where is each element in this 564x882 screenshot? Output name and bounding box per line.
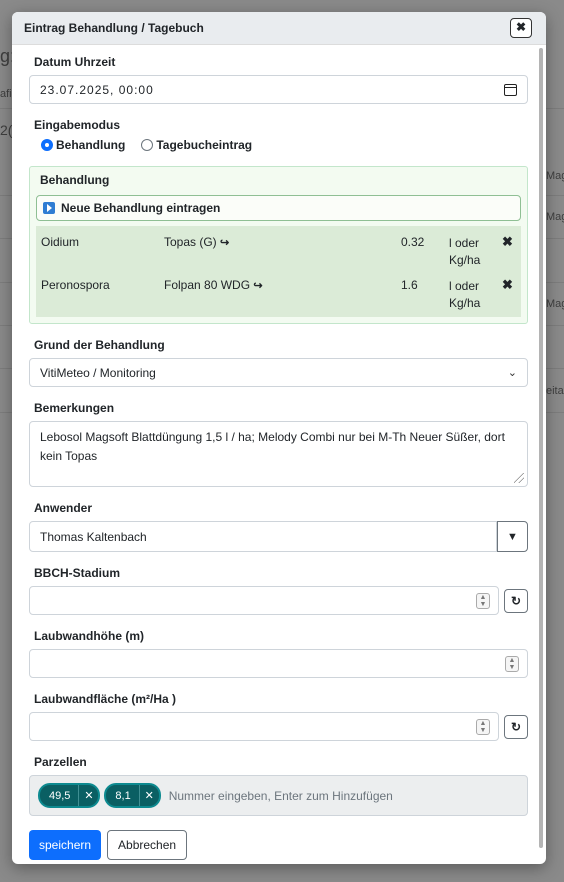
dialog-body: Datum Uhrzeit 23.07.2025, 00:00 Eingabem… <box>12 45 546 860</box>
unit-cell: l oder Kg/ha <box>449 236 481 267</box>
product-cell: Folpan 80 WDG ↪ <box>164 278 263 292</box>
bbch-input[interactable]: ▲ ▼ <box>29 586 499 615</box>
user-value: Thomas Kaltenbach <box>40 529 147 544</box>
delete-row-icon[interactable]: ✖ <box>502 234 513 250</box>
area-row: ▲ ▼ ↻ <box>29 712 528 741</box>
bg-text: 2( <box>0 122 13 138</box>
remove-tag-icon[interactable]: ✕ <box>138 785 159 806</box>
bg-text: Mag <box>546 298 564 310</box>
parcel-tag: 8,1 ✕ <box>104 783 161 808</box>
calendar-icon[interactable] <box>504 83 517 96</box>
area-input[interactable]: ▲ ▼ <box>29 712 499 741</box>
treatment-table: Oidium Topas (G) ↪ 0.32 l oder Kg/ha ✖ P… <box>36 226 521 317</box>
bbch-label: BBCH-Stadium <box>34 566 120 580</box>
reason-label: Grund der Behandlung <box>34 338 165 352</box>
spinner-icon[interactable]: ▲ ▼ <box>505 655 519 672</box>
product-name: Topas (G) <box>164 235 217 249</box>
bg-text: Mag <box>546 170 564 182</box>
height-label: Laubwandhöhe (m) <box>34 629 144 643</box>
bbch-refresh-button[interactable]: ↻ <box>504 588 528 613</box>
unit-cell: l oder Kg/ha <box>449 279 481 310</box>
new-treatment-label: Neue Behandlung eintragen <box>61 201 221 215</box>
treatment-section: Behandlung Neue Behandlung eintragen Oid… <box>29 166 528 324</box>
bbch-row: ▲ ▼ ↻ <box>29 586 528 615</box>
datetime-label: Datum Uhrzeit <box>34 55 116 69</box>
product-cell: Topas (G) ↪ <box>164 235 229 249</box>
play-icon <box>43 202 55 214</box>
area-refresh-button[interactable]: ↻ <box>504 714 528 739</box>
bg-text: Mag <box>546 211 564 223</box>
table-row: Peronospora Folpan 80 WDG ↪ 1.6 l oder K… <box>36 272 521 315</box>
refresh-icon: ↻ <box>510 593 522 608</box>
remarks-label: Bemerkungen <box>34 401 115 415</box>
user-dropdown-button[interactable]: ▼ <box>497 521 528 552</box>
close-button[interactable]: ✖ <box>510 18 532 38</box>
area-label: Laubwandfläche (m²/Ha ) <box>34 692 177 706</box>
delete-row-icon[interactable]: ✖ <box>502 277 513 293</box>
treatment-label: Behandlung <box>40 173 110 187</box>
chevron-down-icon: ⌄ <box>507 367 517 379</box>
spinner-icon[interactable]: ▲ ▼ <box>476 592 490 609</box>
user-combobox: Thomas Kaltenbach ▼ <box>29 521 528 552</box>
user-input[interactable]: Thomas Kaltenbach <box>29 521 497 552</box>
radio-behandlung[interactable]: Behandlung <box>41 138 125 152</box>
parcels-tag-input[interactable]: 49,5 ✕ 8,1 ✕ Nummer eingeben, Enter zum Hi… <box>29 775 528 816</box>
disease-cell: Peronospora <box>41 278 110 292</box>
amount-cell: 1.6 <box>401 278 418 292</box>
parcel-number-input[interactable]: Nummer eingeben, Enter zum Hinzufügen <box>169 789 393 803</box>
close-x-icon: ✖ <box>515 20 527 34</box>
parcels-label: Parzellen <box>34 755 87 769</box>
disease-cell: Oidium <box>41 235 80 249</box>
new-treatment-button[interactable]: Neue Behandlung eintragen <box>36 195 521 221</box>
remarks-value: Lebosol Magsoft Blattdüngung 1,5 l / ha;… <box>40 430 505 463</box>
refresh-icon: ↻ <box>510 719 522 734</box>
treatment-dialog: Eintrag Behandlung / Tagebuch ✖ Datum Uh… <box>12 12 546 864</box>
reason-value: VitiMeteo / Monitoring <box>40 365 156 380</box>
radio-tagebucheintrag[interactable]: Tagebucheintrag <box>141 138 252 152</box>
radio-unchecked-icon[interactable] <box>141 139 154 151</box>
cancel-button[interactable]: Abbrechen <box>107 830 188 860</box>
dialog-scrollbar[interactable] <box>539 48 543 848</box>
spinner-icon[interactable]: ▲ ▼ <box>476 718 490 735</box>
tag-label: 8,1 <box>115 789 131 802</box>
external-link-icon[interactable]: ↪ <box>253 280 262 292</box>
table-row: Oidium Topas (G) ↪ 0.32 l oder Kg/ha ✖ <box>36 229 521 272</box>
datetime-value: 23.07.2025, 00:00 <box>40 82 154 97</box>
save-button[interactable]: speichern <box>29 830 102 860</box>
mode-label: Eingabemodus <box>34 118 121 132</box>
external-link-icon[interactable]: ↪ <box>220 237 229 249</box>
remove-tag-icon[interactable]: ✕ <box>78 785 98 806</box>
amount-cell: 0.32 <box>401 235 425 249</box>
height-row: ▲ ▼ <box>29 649 528 678</box>
user-label: Anwender <box>34 501 93 515</box>
remarks-textarea[interactable]: Lebosol Magsoft Blattdüngung 1,5 l / ha;… <box>29 421 528 487</box>
datetime-input[interactable]: 23.07.2025, 00:00 <box>29 75 528 104</box>
reason-select[interactable]: VitiMeteo / Monitoring ⌄ <box>29 358 528 387</box>
dialog-actions: speichern Abbrechen <box>29 830 528 860</box>
height-input[interactable]: ▲ ▼ <box>29 649 528 678</box>
resize-grip-icon[interactable] <box>514 473 524 483</box>
mode-radio-group: Behandlung Tagebucheintrag <box>41 138 528 152</box>
parcel-tag: 49,5 ✕ <box>38 783 101 808</box>
product-name: Folpan 80 WDG <box>164 278 251 292</box>
radio-checked-icon[interactable] <box>41 139 53 151</box>
radio-label: Behandlung <box>56 138 126 152</box>
bg-text: eitac <box>546 385 564 397</box>
dialog-header: Eintrag Behandlung / Tagebuch ✖ <box>12 12 546 45</box>
dialog-title: Eintrag Behandlung / Tagebuch <box>24 21 204 35</box>
bg-text: afi <box>0 88 12 100</box>
caret-down-icon: ▼ <box>507 530 518 543</box>
radio-label: Tagebucheintrag <box>156 138 253 152</box>
tag-label: 49,5 <box>49 789 71 802</box>
